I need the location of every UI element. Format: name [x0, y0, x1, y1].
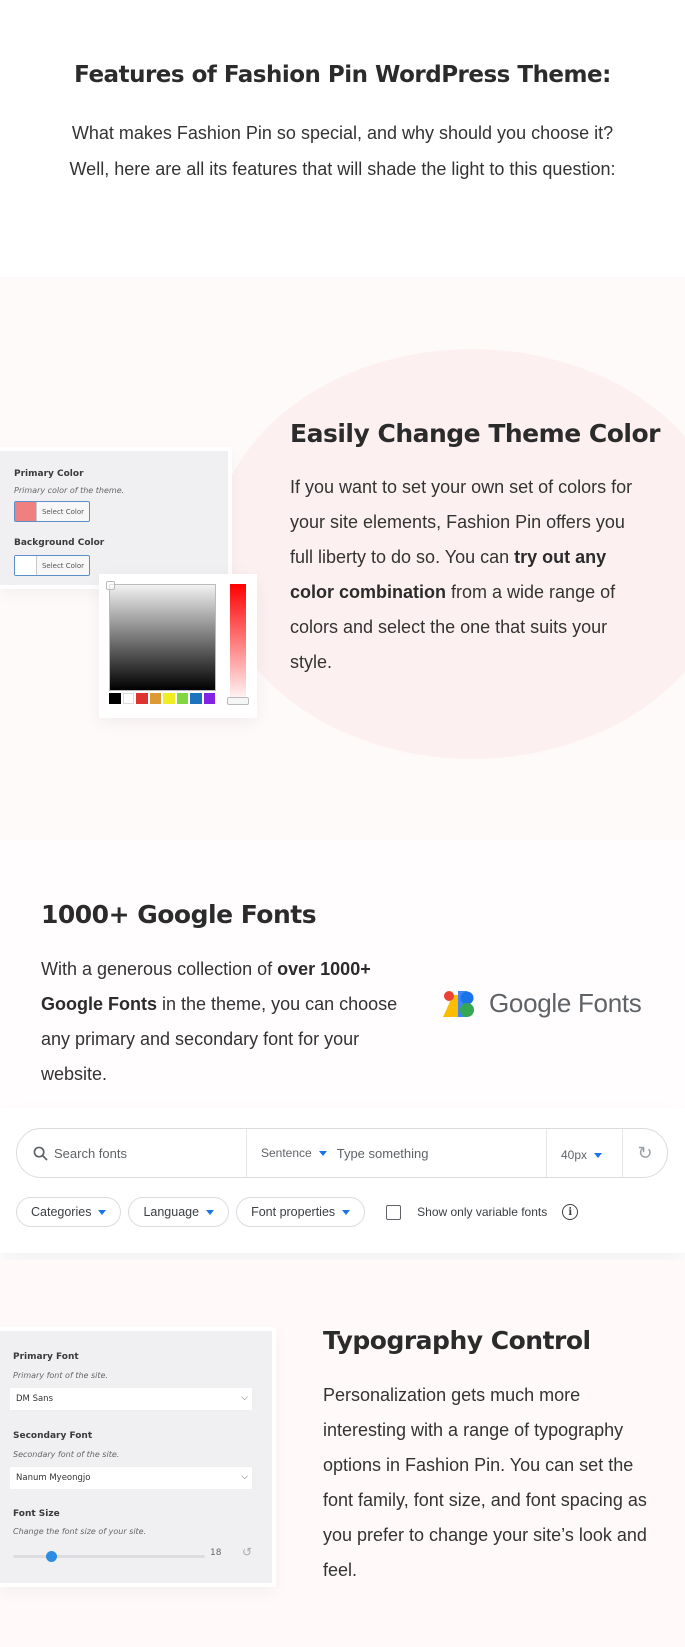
- reset-icon[interactable]: ↺: [242, 1545, 252, 1559]
- font-size-desc: Change the font size of your site.: [13, 1527, 147, 1536]
- secondary-font-select[interactable]: Nanum Myeongjo ⌵: [9, 1466, 253, 1490]
- variable-fonts-checkbox[interactable]: [386, 1204, 402, 1220]
- typography-section: Primary Font Primary font of the site. D…: [0, 1260, 685, 1647]
- color-settings-panel: Primary Color Primary color of the theme…: [0, 447, 232, 589]
- info-icon[interactable]: i: [562, 1204, 579, 1220]
- primary-color-swatch: [15, 502, 37, 521]
- fonts-section-title: 1000+ Google Fonts: [41, 900, 317, 929]
- secondary-font-desc: Secondary font of the site.: [13, 1450, 120, 1459]
- color-section-text: If you want to set your own set of color…: [290, 470, 650, 680]
- caret-down-icon: [98, 1209, 107, 1215]
- intro-section: Features of Fashion Pin WordPress Theme:…: [0, 0, 685, 277]
- theme-color-section: Primary Color Primary color of the theme…: [0, 277, 685, 840]
- search-icon: [33, 1146, 48, 1161]
- variable-fonts-label: Show only variable fonts: [417, 1205, 548, 1219]
- chevron-down-icon: ⌵: [241, 1472, 248, 1482]
- sentence-dropdown[interactable]: Sentence: [261, 1146, 327, 1160]
- color-picker: [99, 574, 257, 718]
- refresh-icon: ↻: [637, 1142, 653, 1163]
- font-size-slider[interactable]: [13, 1551, 205, 1562]
- primary-font-desc: Primary font of the site.: [13, 1371, 108, 1380]
- background-color-swatch: [15, 556, 37, 575]
- font-size-slider-handle[interactable]: [45, 1551, 57, 1562]
- font-size-dropdown[interactable]: 40px: [547, 1129, 623, 1177]
- saturation-area[interactable]: [106, 581, 216, 691]
- font-properties-filter[interactable]: Font properties: [236, 1197, 366, 1227]
- primary-color-desc: Primary color of the theme.: [14, 486, 125, 495]
- search-placeholder: Search fonts: [54, 1145, 127, 1161]
- primary-color-label: Primary Color: [14, 469, 84, 479]
- color-palette: [109, 693, 215, 704]
- intro-title: Features of Fashion Pin WordPress Theme:: [74, 62, 611, 88]
- size-label: 40px: [561, 1148, 588, 1162]
- search-field[interactable]: Search fonts: [17, 1129, 247, 1177]
- hue-slider[interactable]: [227, 584, 249, 705]
- primary-color-button[interactable]: Select Color: [14, 501, 90, 522]
- typography-settings-panel: Primary Font Primary font of the site. D…: [0, 1327, 276, 1587]
- palette-swatch[interactable]: [176, 693, 188, 704]
- saturation-handle[interactable]: [106, 581, 115, 590]
- palette-swatch[interactable]: [149, 693, 161, 704]
- caret-down-icon: [342, 1209, 351, 1215]
- palette-swatch[interactable]: [109, 693, 121, 704]
- reset-button[interactable]: ↻: [623, 1129, 667, 1177]
- chevron-down-icon: ⌵: [241, 1393, 248, 1403]
- google-fonts-wordmark: Google Fonts: [489, 988, 642, 1018]
- typography-section-title: Typography Control: [323, 1326, 591, 1355]
- chip-label: Font properties: [251, 1205, 336, 1219]
- intro-text: What makes Fashion Pin so special, and w…: [69, 123, 616, 179]
- google-fonts-search-card: Search fonts Sentence Type something 40p…: [0, 1108, 685, 1253]
- chip-label: Language: [143, 1205, 200, 1219]
- language-filter[interactable]: Language: [128, 1197, 230, 1227]
- typography-section-text: Personalization gets much more interesti…: [323, 1385, 647, 1580]
- font-search-bar: Search fonts Sentence Type something 40p…: [16, 1128, 668, 1178]
- primary-color-button-label: Select Color: [41, 507, 85, 516]
- caret-down-icon: [206, 1209, 215, 1215]
- fonts-section-text: With a generous collection of over 1000+…: [41, 952, 401, 1092]
- secondary-font-value: Nanum Myeongjo: [16, 1473, 91, 1483]
- hue-handle[interactable]: [227, 697, 249, 705]
- palette-swatch[interactable]: [190, 693, 202, 704]
- background-color-label: Background Color: [14, 538, 105, 548]
- caret-down-icon: [318, 1151, 327, 1157]
- background-color-button-label: Select Color: [41, 561, 85, 570]
- filter-row: Categories Language Font properties Show…: [16, 1197, 579, 1227]
- google-fonts-logo: Google Fonts: [443, 988, 642, 1019]
- background-color-button[interactable]: Select Color: [14, 555, 90, 576]
- primary-font-value: DM Sans: [16, 1394, 54, 1404]
- secondary-font-label: Secondary Font: [13, 1431, 93, 1441]
- text-span: With a generous collection of: [41, 959, 278, 979]
- google-fonts-section: 1000+ Google Fonts With a generous colle…: [0, 840, 685, 1260]
- font-size-label: Font Size: [13, 1509, 60, 1519]
- sentence-label: Sentence: [261, 1146, 312, 1160]
- categories-filter[interactable]: Categories: [16, 1197, 122, 1227]
- palette-swatch[interactable]: [203, 693, 215, 704]
- chip-label: Categories: [31, 1205, 92, 1219]
- palette-swatch[interactable]: [122, 693, 134, 704]
- preview-text-field[interactable]: Sentence Type something: [247, 1129, 547, 1177]
- primary-font-label: Primary Font: [13, 1352, 79, 1362]
- color-section-title: Easily Change Theme Color: [290, 419, 660, 448]
- caret-down-icon: [594, 1152, 603, 1158]
- google-fonts-mark-icon: [443, 990, 474, 1017]
- type-placeholder: Type something: [336, 1145, 429, 1161]
- font-size-value: 18: [210, 1548, 222, 1558]
- palette-swatch[interactable]: [136, 693, 148, 704]
- palette-swatch[interactable]: [163, 693, 175, 704]
- primary-font-select[interactable]: DM Sans ⌵: [9, 1387, 253, 1411]
